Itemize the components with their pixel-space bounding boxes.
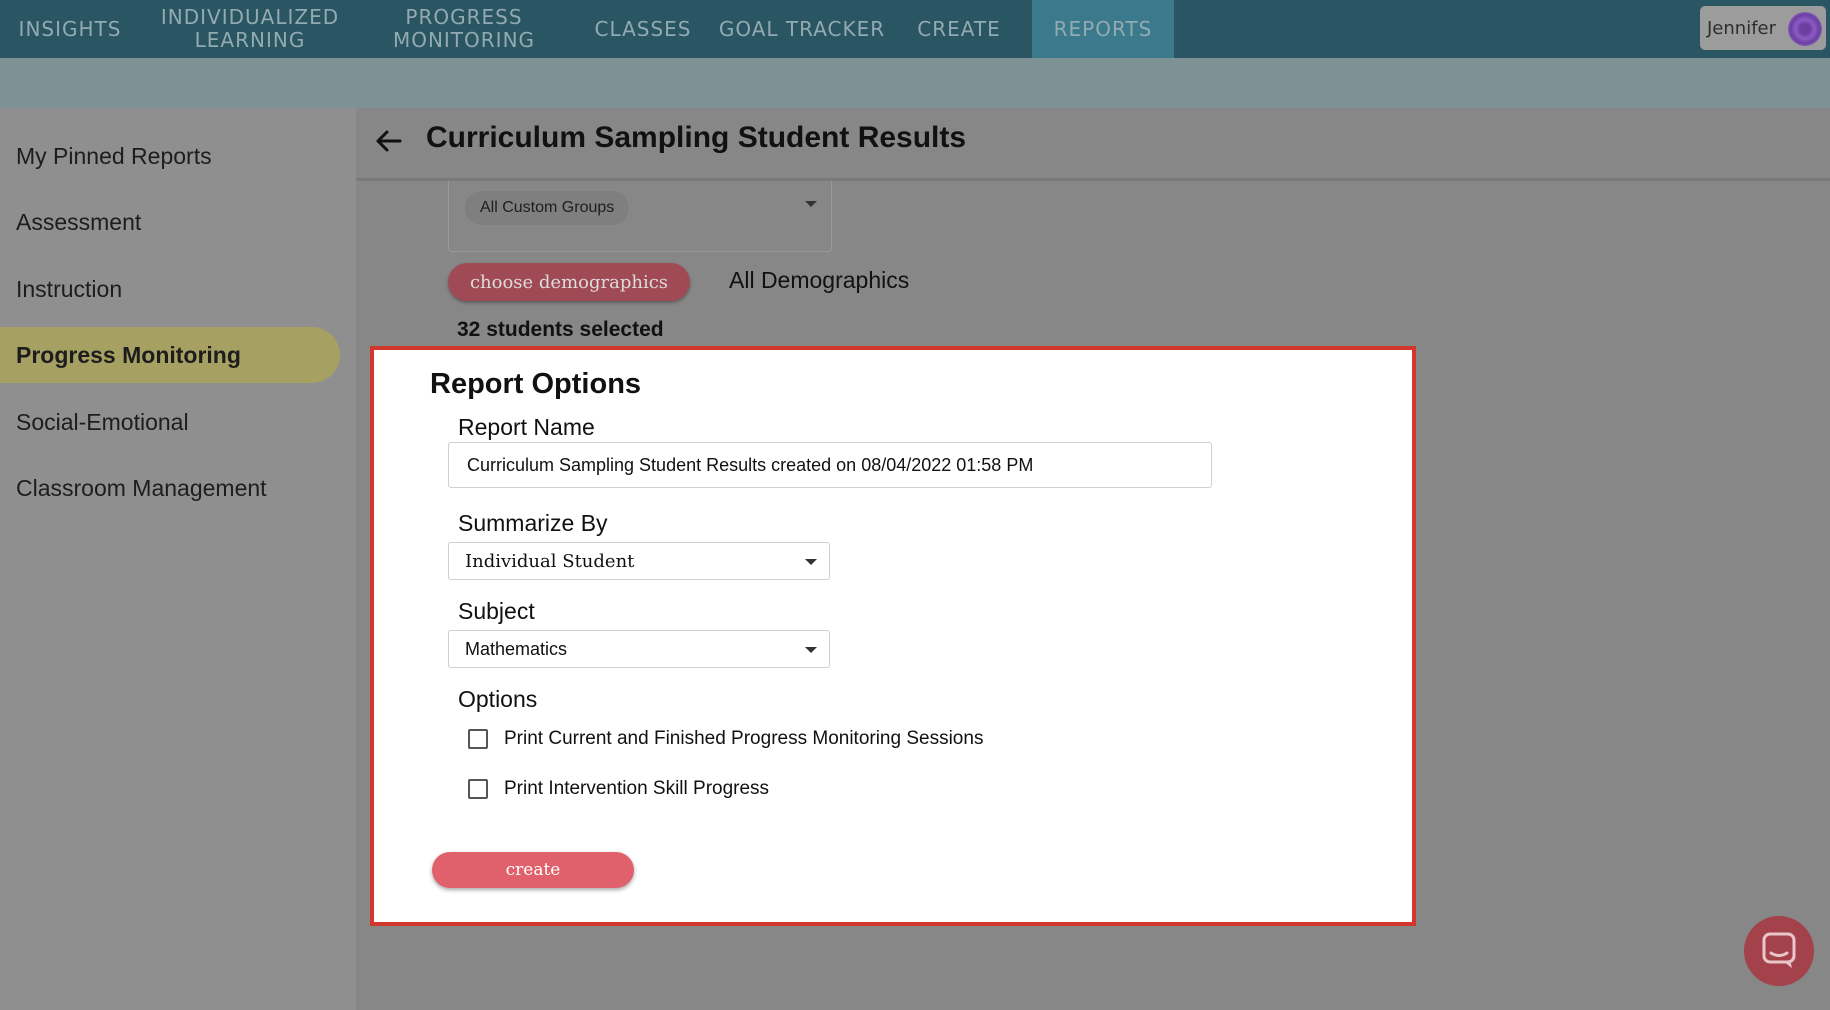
sidebar-item-assessment[interactable]: Assessment xyxy=(0,194,340,250)
nav-insights[interactable]: INSIGHTS xyxy=(0,0,140,58)
option-print-sessions[interactable]: Print Current and Finished Progress Moni… xyxy=(468,728,983,750)
checkbox[interactable] xyxy=(468,779,488,799)
subject-select[interactable]: Mathematics xyxy=(448,630,830,668)
summarize-by-label: Summarize By xyxy=(458,510,608,536)
option-print-intervention-skill[interactable]: Print Intervention Skill Progress xyxy=(468,778,769,800)
groups-chip: All Custom Groups xyxy=(465,191,630,225)
report-name-label: Report Name xyxy=(458,414,595,440)
sidebar-item-instruction[interactable]: Instruction xyxy=(0,261,340,317)
chevron-down-icon xyxy=(805,647,817,653)
sidebar: My Pinned Reports Assessment Instruction… xyxy=(0,108,356,1010)
choose-demographics-button[interactable]: choose demographics xyxy=(448,263,690,301)
page-header: Curriculum Sampling Student Results xyxy=(356,108,1830,181)
nav-goal-tracker[interactable]: GOAL TRACKER xyxy=(712,0,892,58)
option-label: Print Intervention Skill Progress xyxy=(504,778,770,799)
user-menu[interactable]: Jennifer xyxy=(1700,6,1826,50)
report-options-title: Report Options xyxy=(430,368,642,400)
report-name-input[interactable] xyxy=(448,442,1212,488)
custom-groups-select[interactable]: All Custom Groups xyxy=(448,181,832,252)
chevron-down-icon xyxy=(805,201,817,207)
checkbox[interactable] xyxy=(468,729,488,749)
chat-icon xyxy=(1762,932,1796,968)
nav-progress-monitoring[interactable]: PROGRESS MONITORING xyxy=(360,0,568,58)
subject-label: Subject xyxy=(458,598,535,624)
subject-value: Mathematics xyxy=(465,639,568,659)
chat-launcher-button[interactable] xyxy=(1744,916,1814,986)
students-selected-count: 32 students selected xyxy=(457,318,664,341)
demographics-value: All Demographics xyxy=(729,267,910,293)
create-button[interactable]: create xyxy=(432,852,634,888)
nav-reports[interactable]: REPORTS xyxy=(1032,0,1174,58)
sub-header-bar xyxy=(0,58,1830,108)
nav-individualized-learning[interactable]: INDIVIDUALIZED LEARNING xyxy=(140,0,360,58)
summarize-by-select[interactable]: Individual Student xyxy=(448,542,830,580)
summarize-by-value: Individual Student xyxy=(465,551,635,572)
back-arrow-icon[interactable] xyxy=(370,122,408,160)
page-title: Curriculum Sampling Student Results xyxy=(426,121,967,154)
option-label: Print Current and Finished Progress Moni… xyxy=(504,728,984,749)
user-name: Jennifer xyxy=(1707,17,1777,39)
options-label: Options xyxy=(458,686,538,712)
sidebar-item-social-emotional[interactable]: Social-Emotional xyxy=(0,394,340,450)
sidebar-item-progress-monitoring[interactable]: Progress Monitoring xyxy=(0,327,340,383)
nav-create[interactable]: CREATE xyxy=(906,0,1012,58)
report-options-panel: Report Options Report Name Summarize By … xyxy=(370,346,1416,926)
chevron-down-icon xyxy=(805,559,817,565)
sidebar-item-my-pinned-reports[interactable]: My Pinned Reports xyxy=(0,128,340,184)
top-nav: INSIGHTS INDIVIDUALIZED LEARNING PROGRES… xyxy=(0,0,1830,58)
sidebar-item-classroom-management[interactable]: Classroom Management xyxy=(0,460,340,516)
avatar xyxy=(1788,12,1822,46)
nav-classes[interactable]: CLASSES xyxy=(584,0,702,58)
